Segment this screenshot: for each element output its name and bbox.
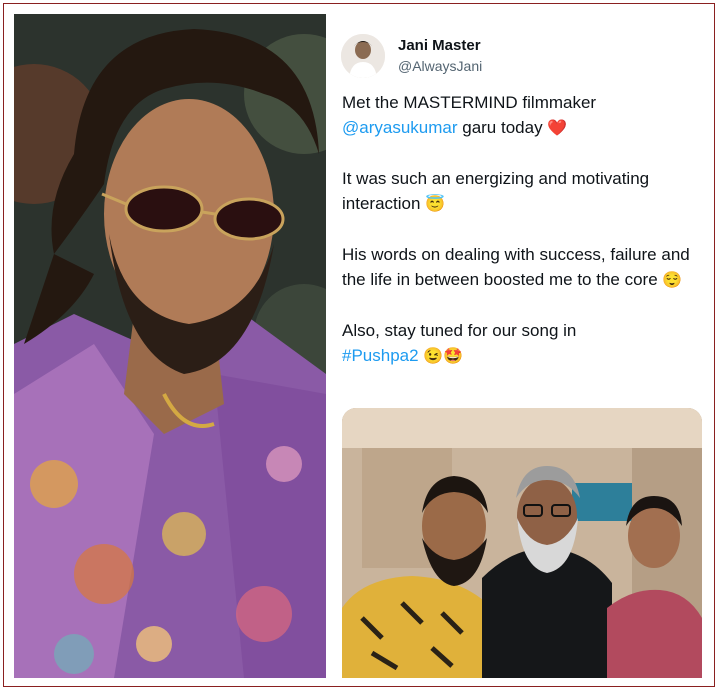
- tweet-paragraph-2: It was such an energizing and motivating…: [342, 166, 708, 217]
- left-portrait-photo: [14, 14, 326, 678]
- heart-emoji-icon: ❤️: [547, 120, 568, 137]
- tweet-line-1: Met the MASTERMIND filmmaker: [342, 93, 597, 112]
- tweet-paragraph-3-text: His words on dealing with success, failu…: [342, 245, 690, 289]
- tweet-text: Met the MASTERMIND filmmaker @aryasukumar…: [342, 90, 708, 369]
- wink-emoji-icon: 😉: [423, 348, 444, 365]
- tweet-paragraph-4: Also, stay tuned for our song in #Pushpa2…: [342, 318, 708, 369]
- tweet-paragraph-4-text: Also, stay tuned for our song in: [342, 321, 577, 340]
- relieved-emoji-icon: 😌: [662, 272, 683, 289]
- tweet-line-2: garu today: [457, 118, 548, 137]
- starstruck-emoji-icon: 🤩: [443, 348, 464, 365]
- attached-selfie-photo[interactable]: [342, 408, 702, 678]
- tweet-card: Jani Master @AlwaysJani Met the MASTERMI…: [326, 14, 714, 678]
- tweet-paragraph-3: His words on dealing with success, failu…: [342, 242, 708, 293]
- author-handle[interactable]: @AlwaysJani: [398, 58, 482, 74]
- halo-emoji-icon: 😇: [425, 196, 446, 213]
- author-avatar[interactable]: [341, 34, 385, 78]
- tweet-paragraph-1: Met the MASTERMIND filmmaker @aryasukumar…: [342, 90, 708, 141]
- mention-link[interactable]: @aryasukumar: [342, 118, 458, 137]
- tweet-paragraph-2-text: It was such an energizing and motivating…: [342, 169, 650, 213]
- author-name[interactable]: Jani Master: [398, 37, 481, 54]
- hashtag-link[interactable]: #Pushpa2: [342, 346, 419, 365]
